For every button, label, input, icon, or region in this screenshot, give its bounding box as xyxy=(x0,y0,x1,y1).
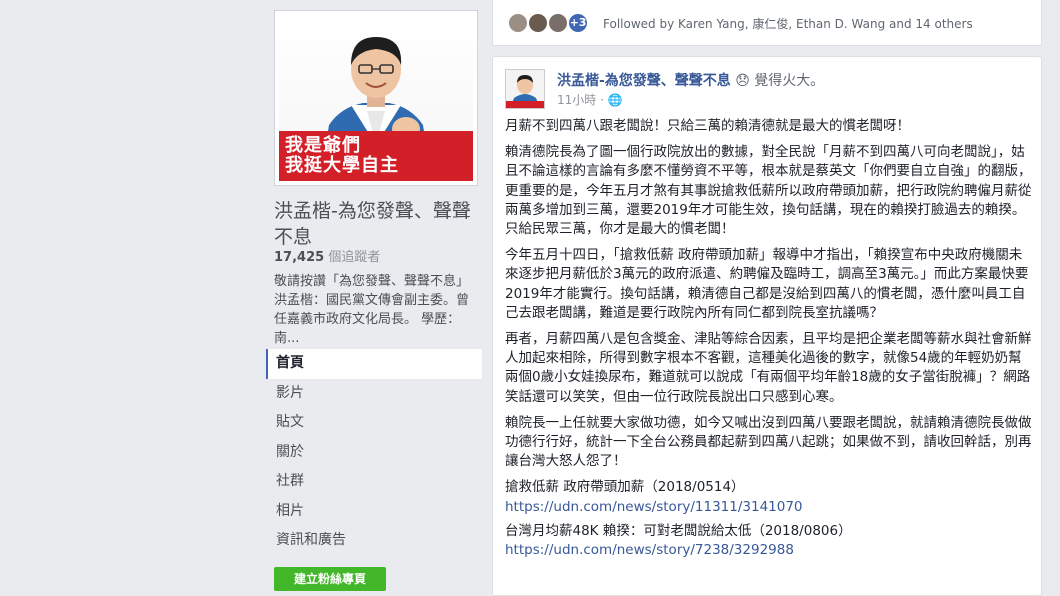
post-author-avatar[interactable] xyxy=(505,69,545,109)
followers-label: 個追蹤者 xyxy=(328,250,381,265)
page-sidebar: 我是爺們 我挺大學自主 洪孟楷-為您發聲、聲聲不息 17,425 個追蹤者 敬請… xyxy=(262,0,484,596)
profile-picture-image: 我是爺們 我挺大學自主 xyxy=(279,15,473,181)
campaign-banner: 我是爺們 我挺大學自主 xyxy=(279,131,473,181)
reference-link-1[interactable]: https://udn.com/news/story/11311/3141070 xyxy=(505,499,803,515)
author-avatar-image xyxy=(506,70,544,108)
post-author-line: 洪孟楷-為您發聲、聲聲不息 😞 覺得火大。 xyxy=(557,70,824,90)
profile-picture[interactable]: 我是爺們 我挺大學自主 xyxy=(274,10,478,186)
reference-block-1: 搶救低薪 政府帶頭加薪（2018/0514） https://udn.com/n… xyxy=(505,478,1033,516)
friend-avatar[interactable] xyxy=(507,12,529,34)
nav-item-home[interactable]: 首頁 xyxy=(266,349,482,379)
friend-avatar[interactable] xyxy=(527,12,549,34)
page-nav: 首頁 影片 貼文 關於 社群 相片 資訊和廣告 xyxy=(266,349,482,556)
followers-count-row: 17,425 個追蹤者 xyxy=(274,246,380,265)
post-paragraph: 月薪不到四萬八跟老闆說！只給三萬的賴清德就是最大的慣老闆呀！ xyxy=(505,118,910,134)
friend-avatar[interactable] xyxy=(547,12,569,34)
post-timestamp[interactable]: 11小時 · 🌐 xyxy=(557,91,623,108)
reference-title-1: 搶救低薪 政府帶頭加薪（2018/0514） xyxy=(505,479,745,496)
post-body: 月薪不到四萬八跟老闆說！只給三萬的賴清德就是最大的慣老闆呀！ 賴清德院長為了圖一… xyxy=(505,117,1033,565)
nav-item-community[interactable]: 社群 xyxy=(266,467,482,497)
nav-item-videos[interactable]: 影片 xyxy=(266,379,482,409)
page-title[interactable]: 洪孟楷-為您發聲、聲聲不息 xyxy=(274,198,480,250)
reference-title-2: 台灣月均薪48K 賴揆：可對老闆說給太低（2018/0806） xyxy=(505,522,852,539)
nav-item-posts[interactable]: 貼文 xyxy=(266,408,482,438)
nav-item-about[interactable]: 關於 xyxy=(266,438,482,468)
create-page-button[interactable]: 建立粉絲專頁 xyxy=(274,567,386,591)
post-paragraph: 再者，月薪四萬八是包含獎金、津貼等綜合因素，且平均是把企業老闆等薪水與社會新鮮人… xyxy=(505,331,1032,405)
followers-count: 17,425 xyxy=(274,250,325,265)
post-card: 洪孟楷-為您發聲、聲聲不息 😞 覺得火大。 11小時 · 🌐 月薪不到四萬八跟老… xyxy=(492,56,1042,596)
page-description: 敬請按讚「為您發聲、聲聲不息」 洪孟楷：國民黨文傳會副主委。曾任嘉義市政府文化局… xyxy=(274,274,470,346)
post-paragraph: 賴院長一上任就要大家做功德，如今又喊出沒到四萬八要跟老闆說，就請賴清德院長做做功… xyxy=(505,414,1032,470)
reference-block-2: 台灣月均薪48K 賴揆：可對老闆說給太低（2018/0806） https://… xyxy=(505,522,1033,560)
post-feeling: 😞 覺得火大。 xyxy=(735,73,825,89)
post-paragraph: 今年五月十四日，「搶救低薪 政府帶頭加薪」報導中才指出，「賴揆宣布中央政府機關未… xyxy=(505,247,1029,321)
reference-link-2[interactable]: https://udn.com/news/story/7238/3292988 xyxy=(505,542,794,558)
followed-by-bar: +3 Followed by Karen Yang, 康仁俊, Ethan D.… xyxy=(492,0,1042,46)
nav-item-info-and-ads[interactable]: 資訊和廣告 xyxy=(266,526,482,556)
nav-item-photos[interactable]: 相片 xyxy=(266,497,482,527)
banner-text-line2: 我挺大學自主 xyxy=(285,155,399,176)
more-friends-badge[interactable]: +3 xyxy=(567,12,589,34)
post-paragraph: 賴清德院長為了圖一個行政院放出的數據，對全民說「月薪不到四萬八可向老闆說」，姑且… xyxy=(505,144,1032,238)
followed-by-text[interactable]: Followed by Karen Yang, 康仁俊, Ethan D. Wa… xyxy=(603,15,973,32)
post-author-name[interactable]: 洪孟楷-為您發聲、聲聲不息 xyxy=(557,73,731,89)
